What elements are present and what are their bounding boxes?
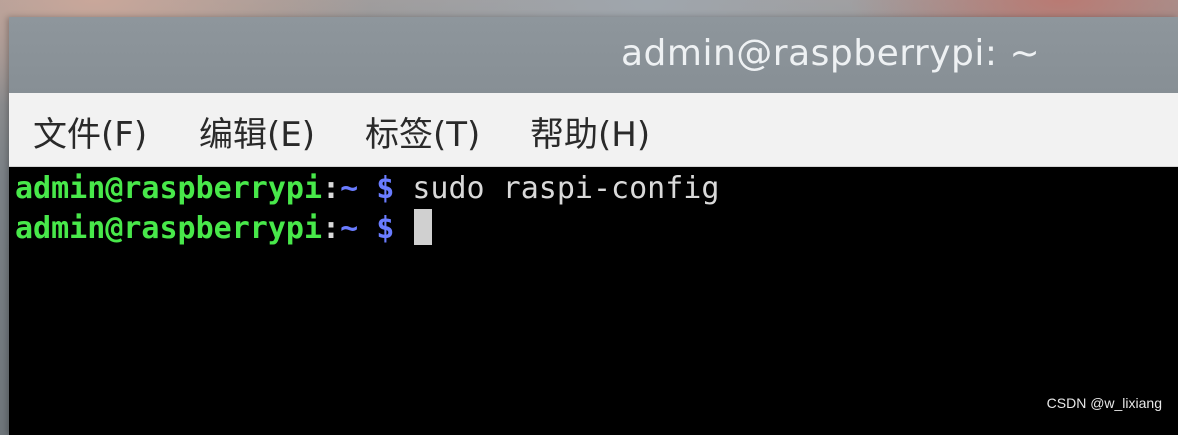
prompt-path: ~ [340, 171, 359, 206]
terminal-line: admin@raspberrypi:~ $ [15, 209, 433, 249]
prompt-path: ~ [340, 211, 359, 246]
menu-edit[interactable]: 编辑(E) [199, 107, 315, 156]
prompt-user-host: admin@raspberrypi [15, 211, 323, 246]
text-cursor [414, 209, 433, 245]
prompt-dollar: $ [376, 211, 395, 246]
window-title: admin@raspberrypi: ~ [621, 33, 1041, 74]
prompt-dollar: $ [376, 171, 395, 206]
terminal-line: admin@raspberrypi:~ $ sudo raspi-config [15, 169, 719, 209]
prompt-separator: : [322, 211, 341, 246]
terminal-output[interactable]: admin@raspberrypi:~ $ sudo raspi-config … [9, 167, 1178, 435]
terminal-window[interactable]: admin@raspberrypi: ~ 文件(F) 编辑(E) 标签(T) 帮… [9, 17, 1178, 435]
prompt-user-host: admin@raspberrypi [15, 171, 323, 206]
command-text: sudo raspi-config [412, 171, 720, 206]
title-bar[interactable]: admin@raspberrypi: ~ [9, 17, 1178, 93]
menu-bar: 文件(F) 编辑(E) 标签(T) 帮助(H) [9, 93, 1178, 237]
menu-tabs[interactable]: 标签(T) [365, 107, 480, 156]
prompt-separator: : [322, 171, 341, 206]
watermark: CSDN @w_lixiang [1046, 395, 1162, 411]
menu-help[interactable]: 帮助(H) [530, 107, 650, 156]
menu-file[interactable]: 文件(F) [33, 107, 147, 156]
